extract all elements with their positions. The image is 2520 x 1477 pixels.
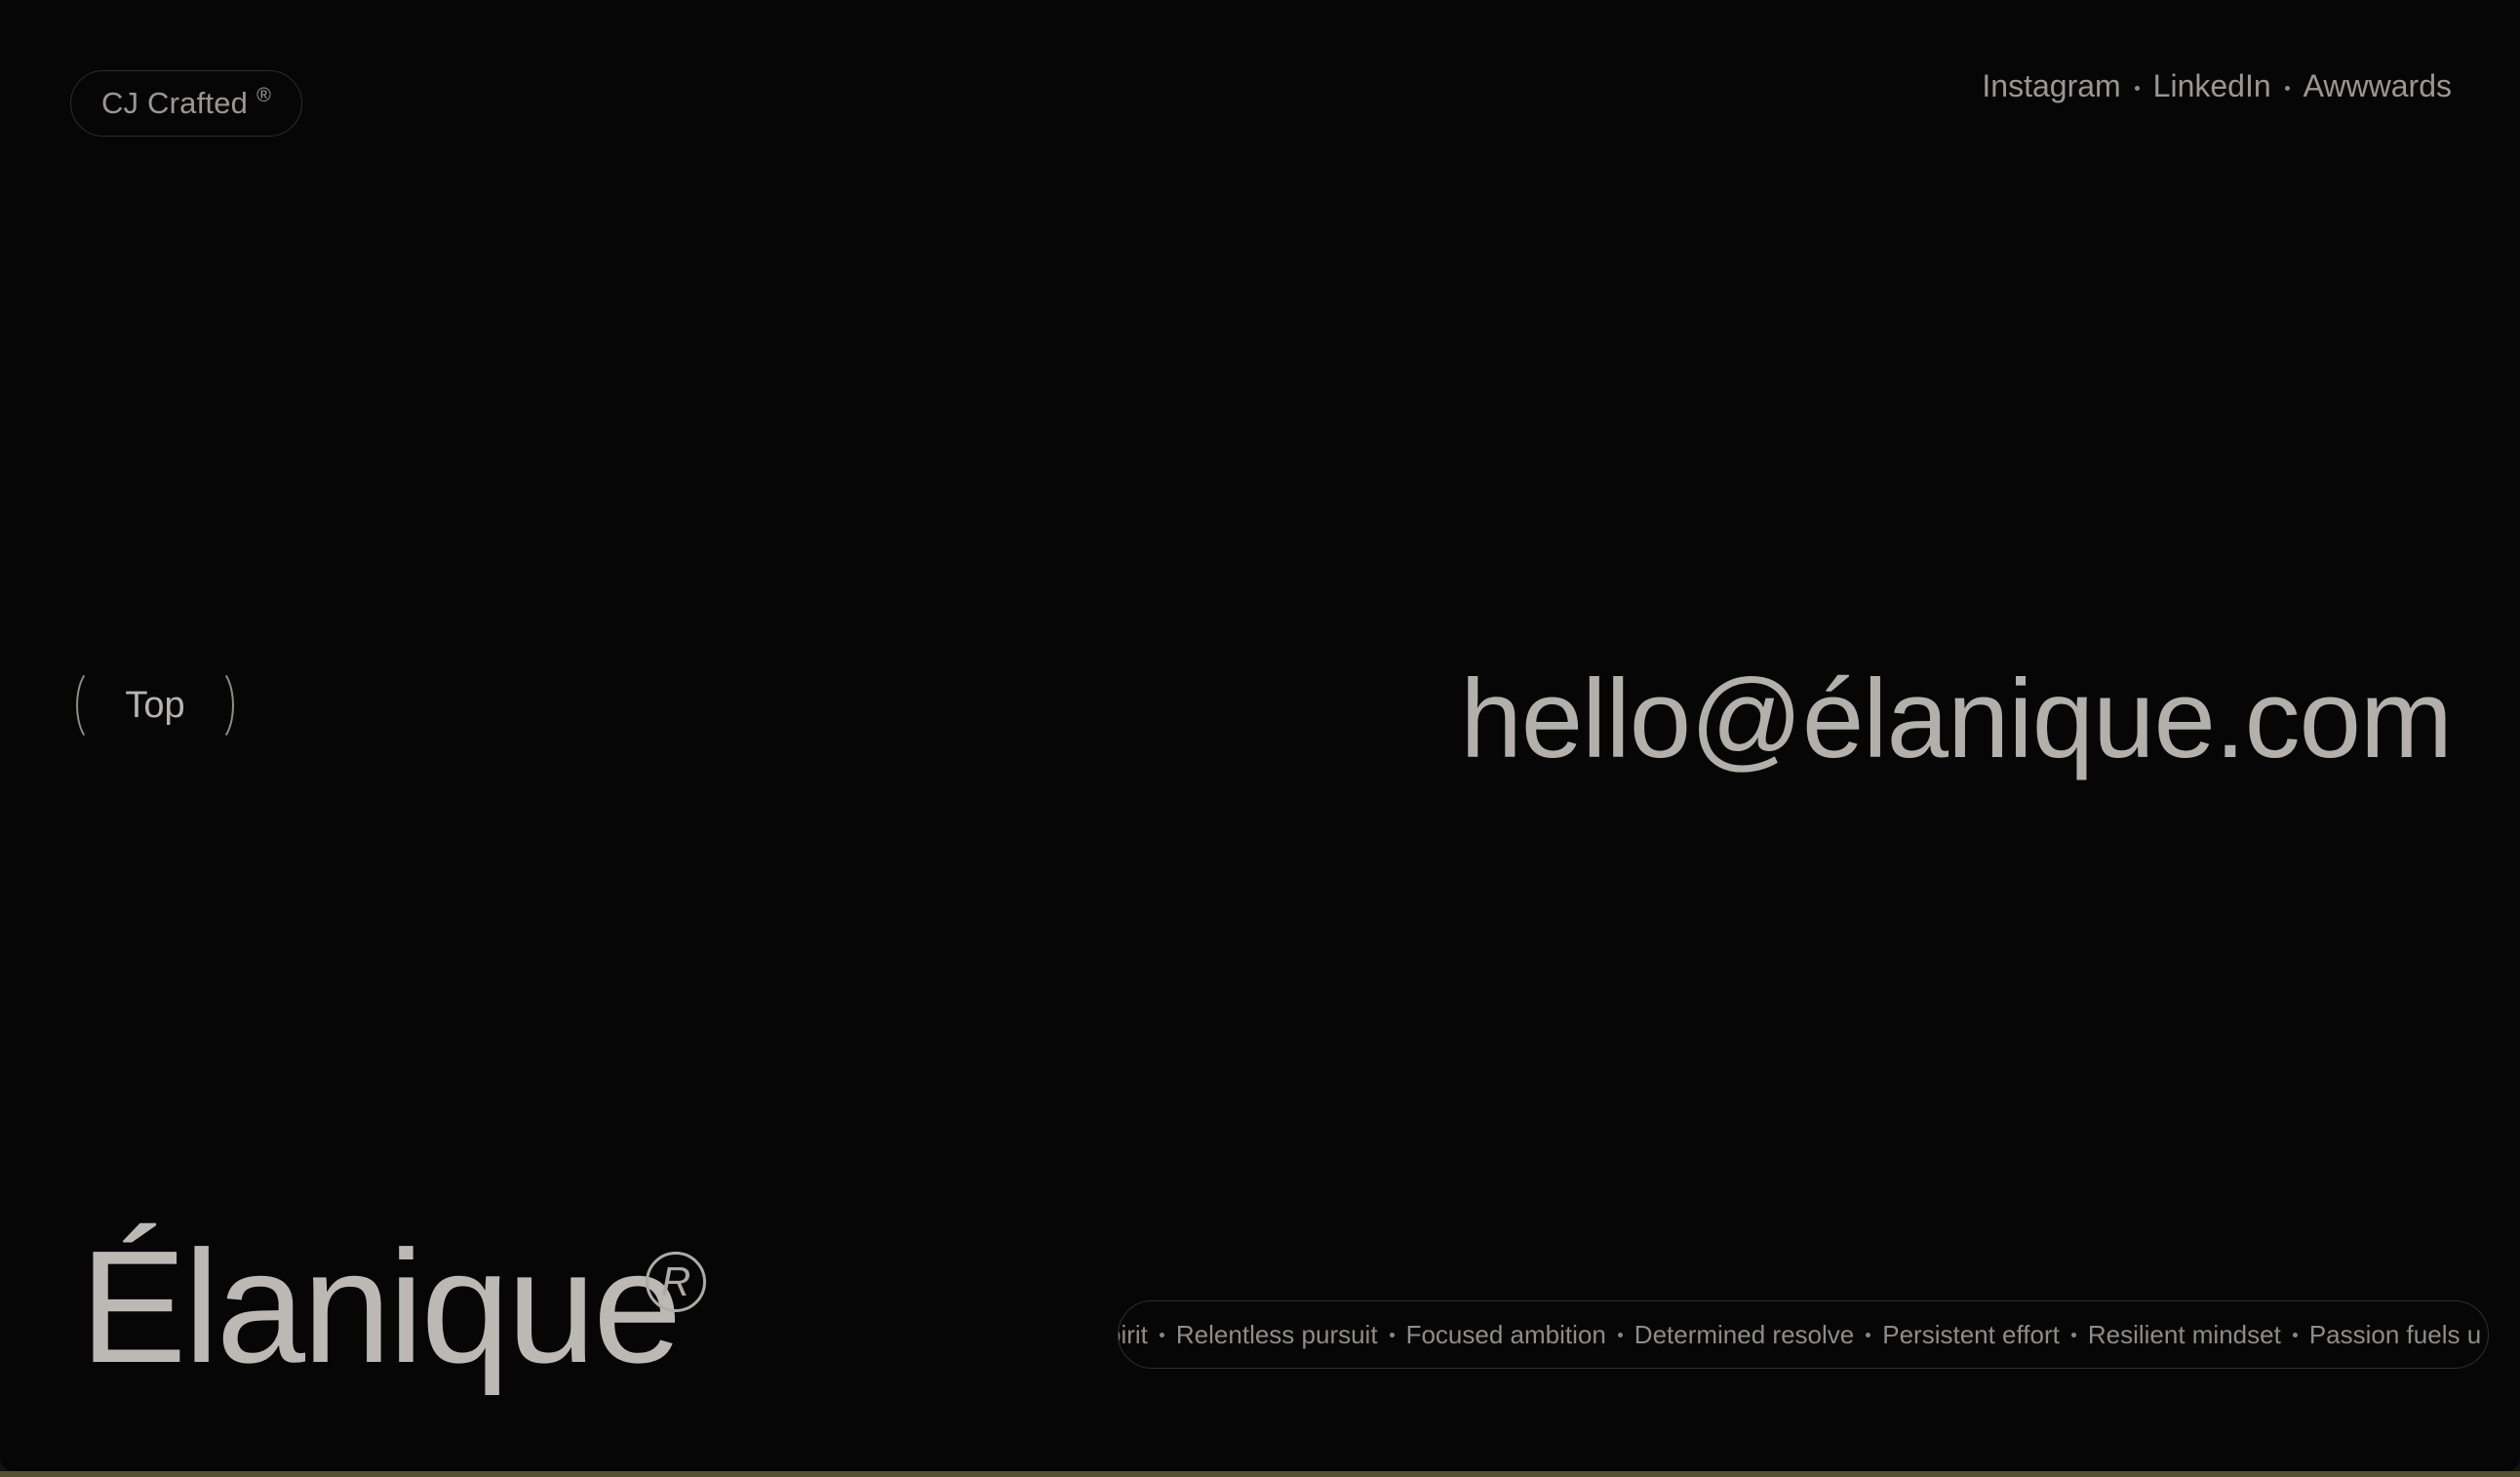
dot-separator <box>2284 86 2290 91</box>
contact-email-link[interactable]: hello@élanique.com <box>1460 656 2453 783</box>
marquee-item: Persistent effort <box>1882 1319 2060 1349</box>
marquee-item: pirit <box>1119 1319 1148 1349</box>
brand-logo-pill[interactable]: CJ Crafted ® <box>70 70 302 137</box>
dot-separator <box>1389 1332 1395 1337</box>
page: CJ Crafted ® Instagram LinkedIn Awwwards… <box>0 0 2520 1471</box>
marquee-item: Focused ambition <box>1405 1319 1606 1349</box>
dot-separator <box>1159 1332 1164 1337</box>
marquee-item: Determined resolve <box>1634 1319 1855 1349</box>
registered-icon: ® <box>256 84 272 106</box>
bottom-edge-strip <box>0 1471 2520 1477</box>
dot-separator <box>1866 1332 1871 1337</box>
right-paren-decoration <box>197 667 234 743</box>
awwwards-link[interactable]: Awwwards <box>2303 68 2452 104</box>
footer-wordmark: Élanique <box>80 1218 682 1396</box>
marquee-track: pirit Relentless pursuit Focused ambitio… <box>1119 1301 2482 1368</box>
dot-separator <box>2292 1332 2298 1337</box>
dot-separator <box>2134 86 2140 91</box>
registered-trademark-icon: R <box>646 1252 706 1312</box>
marquee-item: Relentless pursuit <box>1175 1319 1378 1349</box>
marquee-item: Passion fuels u <box>2308 1319 2482 1349</box>
instagram-link[interactable]: Instagram <box>1982 68 2120 104</box>
social-links-nav: Instagram LinkedIn Awwwards <box>1982 68 2452 104</box>
back-to-top-button[interactable]: Top <box>76 667 234 743</box>
values-marquee: pirit Relentless pursuit Focused ambitio… <box>1118 1300 2489 1369</box>
registered-letter: R <box>660 1258 691 1304</box>
dot-separator <box>1617 1332 1623 1337</box>
brand-name: CJ Crafted <box>100 86 249 120</box>
marquee-item: Resilient mindset <box>2087 1319 2281 1349</box>
dot-separator <box>2070 1332 2076 1337</box>
linkedin-link[interactable]: LinkedIn <box>2153 68 2271 104</box>
